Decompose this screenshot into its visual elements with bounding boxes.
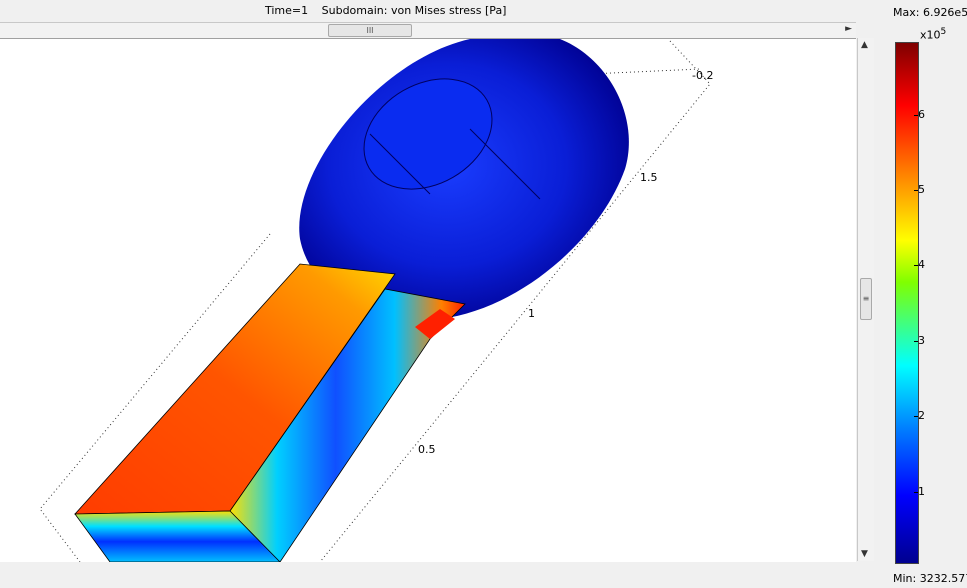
- axis-label-1: 1: [528, 307, 535, 320]
- exponent-power: 5: [940, 27, 947, 37]
- plot-title: Time=1 Subdomain: von Mises stress [Pa]: [265, 4, 516, 17]
- scroll-right-arrow-icon[interactable]: ►: [845, 24, 852, 34]
- exponent-base: x10: [920, 28, 941, 42]
- axis-label-1-5: 1.5: [640, 171, 658, 184]
- legend-tick-6: 6: [914, 108, 925, 121]
- horizontal-scroll-thumb[interactable]: III: [328, 24, 412, 37]
- horizontal-scrollbar[interactable]: III ►: [0, 22, 856, 39]
- scroll-down-arrow-icon[interactable]: ▼: [861, 549, 868, 559]
- axis-label-minus-0-2: -0.2: [692, 69, 714, 82]
- plot-viewport[interactable]: -0.2 1.5 1 0.5: [0, 38, 856, 562]
- vertical-scroll-thumb[interactable]: ≡: [860, 278, 872, 320]
- legend-tick-1: 1: [914, 485, 925, 498]
- legend-tick-4: 4: [914, 258, 925, 271]
- legend-min-label: Min: 3232.577: [893, 572, 967, 585]
- vertical-scrollbar[interactable]: ▲ ≡ ▼: [857, 38, 874, 561]
- stress-plot-render: [39, 39, 711, 562]
- colorbar: [895, 42, 919, 564]
- axis-label-0-5: 0.5: [418, 443, 436, 456]
- legend-tick-3: 3: [914, 334, 925, 347]
- legend-tick-2: 2: [914, 409, 925, 422]
- time-label: Time=1: [265, 4, 309, 17]
- scroll-up-arrow-icon[interactable]: ▲: [861, 40, 868, 50]
- legend-exponent: x105: [920, 27, 946, 42]
- legend-tick-5: 5: [914, 183, 925, 196]
- legend-max-label: Max: 6.926e5: [893, 6, 967, 19]
- subdomain-label: Subdomain: von Mises stress [Pa]: [321, 4, 507, 17]
